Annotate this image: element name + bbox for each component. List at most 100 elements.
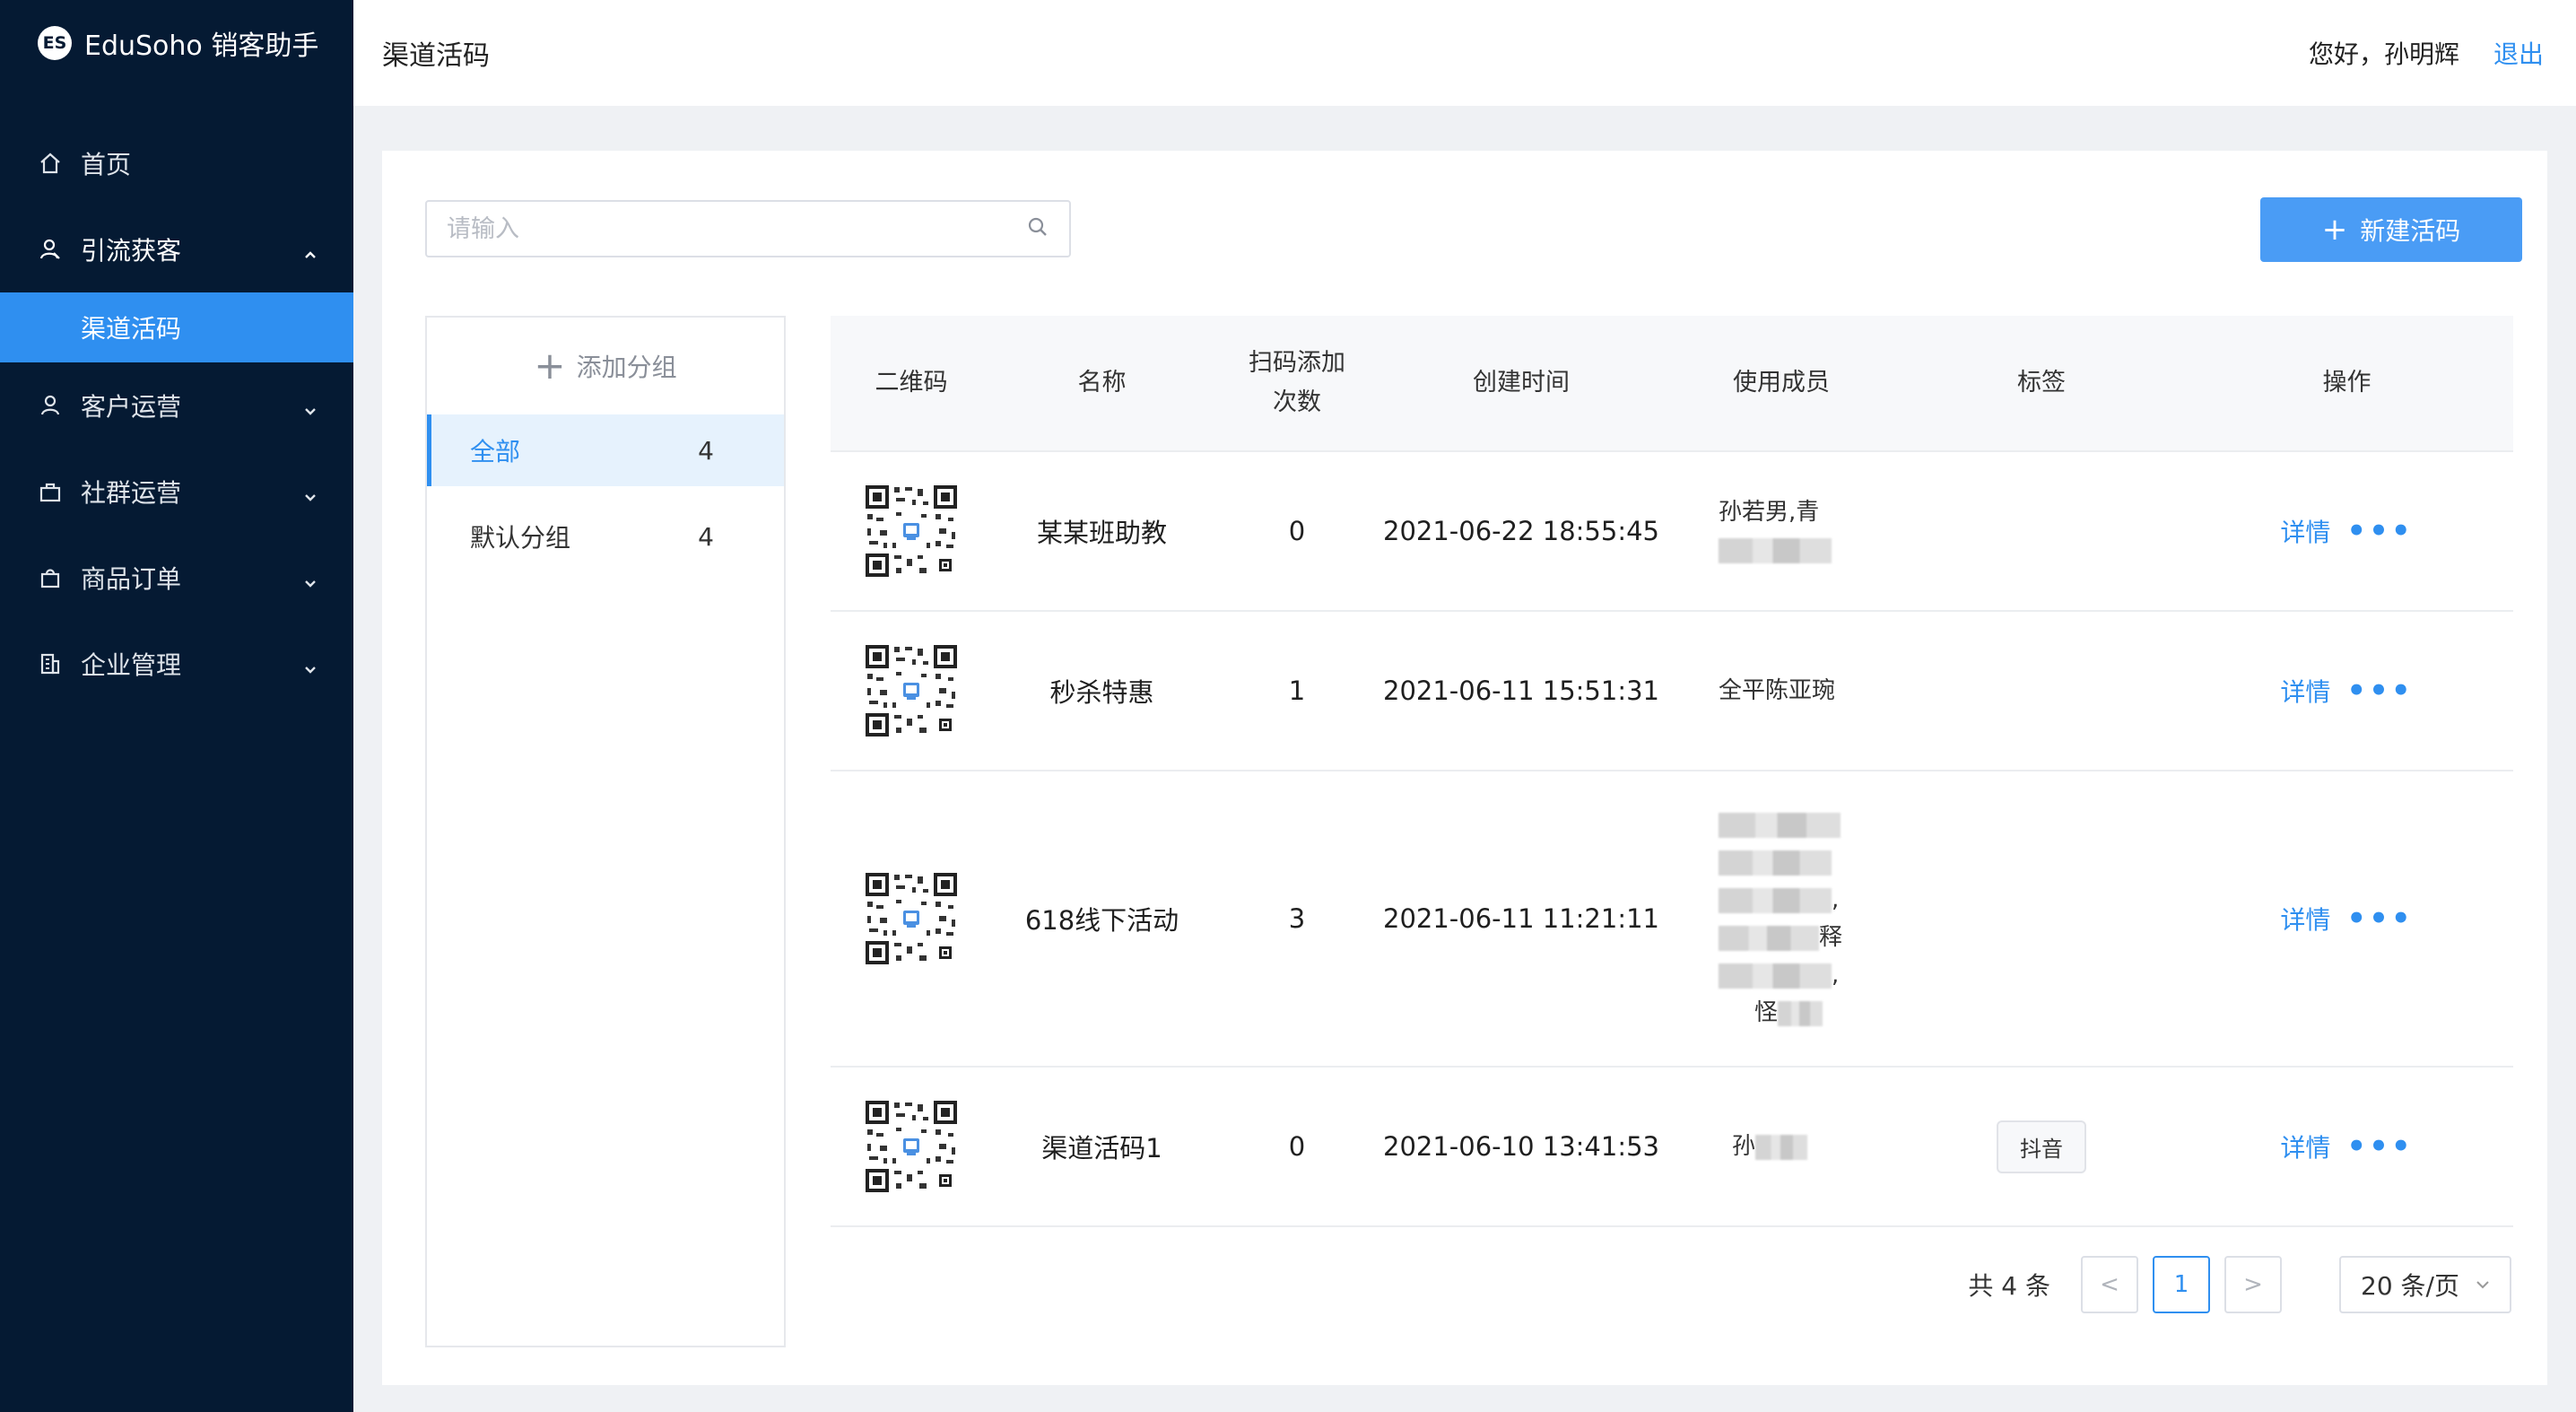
member-name: 怪 xyxy=(1754,999,1779,1026)
row-name: 某某班助教 xyxy=(1036,518,1167,548)
row-created: 2021-06-11 11:21:11 xyxy=(1383,903,1659,934)
sidebar-item-channel-qrcode[interactable]: 渠道活码 xyxy=(0,292,353,362)
detail-link[interactable]: 详情 xyxy=(2280,901,2330,937)
redacted-text xyxy=(1719,537,1832,563)
logout-link[interactable]: 退出 xyxy=(2493,35,2544,71)
chevron-down-icon xyxy=(301,483,319,501)
add-group-button[interactable]: + 添加分组 xyxy=(427,318,784,414)
redacted-text xyxy=(1719,812,1841,838)
brand[interactable]: ES EduSoho 销客助手 xyxy=(0,0,353,86)
col-scans-line1: 扫码添加 xyxy=(1249,349,1345,377)
group-item-default[interactable]: 默认分组 4 xyxy=(427,501,784,572)
member-list: , 释 , 怪 xyxy=(1719,806,1844,1032)
row-members: 孙若男,青 xyxy=(1660,493,1902,569)
col-scans: 扫码添加 次数 xyxy=(1212,344,1382,423)
more-icon[interactable]: ••• xyxy=(2346,675,2413,706)
row-name: 渠道活码1 xyxy=(1041,1133,1162,1164)
redacted-text xyxy=(1755,1134,1808,1160)
search-input[interactable] xyxy=(447,214,1026,243)
row-created: 2021-06-11 15:51:31 xyxy=(1383,675,1659,706)
briefcase-icon xyxy=(38,479,63,504)
sidebar-item-label: 引流获客 xyxy=(81,236,182,266)
table-row: 某某班助教 0 2021-06-22 18:55:45 孙若男,青 详情 ••• xyxy=(831,452,2513,612)
col-scans-line2: 次数 xyxy=(1273,388,1321,416)
chevron-down-icon xyxy=(301,397,319,415)
search-icon[interactable] xyxy=(1026,215,1049,242)
detail-link[interactable]: 详情 xyxy=(2280,673,2330,709)
top-header: 渠道活码 您好，孙明辉 退出 xyxy=(353,0,2576,106)
row-members: , 释 , 怪 xyxy=(1660,806,1902,1032)
pagination: 共 4 条 < 1 > 20 条/页 xyxy=(1968,1256,2511,1313)
sidebar-item-label: 商品订单 xyxy=(81,564,182,594)
sidebar-item-home[interactable]: 首页 xyxy=(0,120,353,206)
member-name: 释 xyxy=(1819,924,1843,951)
row-scans: 0 xyxy=(1288,516,1306,546)
sidebar-item-orders[interactable]: 商品订单 xyxy=(0,535,353,621)
redacted-text xyxy=(1719,850,1832,876)
qr-code-icon[interactable] xyxy=(864,1099,959,1194)
building-icon xyxy=(38,651,63,676)
member-list: 全平陈亚琬 xyxy=(1719,672,1844,710)
page-number-button[interactable]: 1 xyxy=(2153,1256,2210,1313)
page-size-label: 20 条/页 xyxy=(2361,1271,2459,1301)
chevron-down-icon xyxy=(301,655,319,674)
more-icon[interactable]: ••• xyxy=(2346,1131,2413,1162)
row-actions: 详情 ••• xyxy=(2180,673,2513,709)
page-title: 渠道活码 xyxy=(382,40,490,72)
qr-code-icon[interactable] xyxy=(864,643,959,738)
col-name: 名称 xyxy=(1077,369,1127,397)
tag-chip: 抖音 xyxy=(1997,1120,2086,1173)
member-list: 孙若男,青 xyxy=(1719,493,1844,569)
qr-cell xyxy=(831,643,992,738)
table-row: 渠道活码1 0 2021-06-10 13:41:53 孙 抖音 详情 ••• xyxy=(831,1068,2513,1227)
sidebar-item-customer-ops[interactable]: 客户运营 xyxy=(0,362,353,449)
sidebar-item-community-ops[interactable]: 社群运营 xyxy=(0,449,353,535)
detail-link[interactable]: 详情 xyxy=(2280,1129,2330,1164)
sidebar-item-enterprise[interactable]: 企业管理 xyxy=(0,621,353,707)
qr-cell xyxy=(831,871,992,966)
edusoho-logo-icon: ES xyxy=(38,26,72,60)
qr-code-icon[interactable] xyxy=(864,871,959,966)
next-page-button[interactable]: > xyxy=(2224,1256,2282,1313)
user-acquire-icon xyxy=(38,237,63,262)
row-members: 孙 xyxy=(1660,1128,1902,1165)
row-scans: 3 xyxy=(1288,903,1306,934)
member-name: 孙 xyxy=(1732,1133,1756,1160)
sidebar-item-label: 渠道活码 xyxy=(81,314,182,344)
member-list: 孙 xyxy=(1732,1128,1831,1165)
row-scans: 0 xyxy=(1288,1131,1306,1162)
member-name: 全平陈亚琬 xyxy=(1719,677,1836,704)
sidebar-nav: 首页 引流获客 渠道活码 客户运营 社群运营 商品订单 企业管理 xyxy=(0,120,353,707)
group-panel: + 添加分组 全部 4 默认分组 4 xyxy=(425,316,786,1347)
qr-cell xyxy=(831,1099,992,1194)
new-qrcode-button[interactable]: + 新建活码 xyxy=(2260,197,2522,262)
user-greeting: 您好，孙明辉 xyxy=(2308,39,2459,69)
row-actions: 详情 ••• xyxy=(2180,901,2513,937)
detail-link[interactable]: 详情 xyxy=(2280,513,2330,549)
qr-code-icon[interactable] xyxy=(864,484,959,579)
chevron-down-icon xyxy=(301,569,319,588)
row-created: 2021-06-22 18:55:45 xyxy=(1383,516,1659,546)
table-row: 618线下活动 3 2021-06-11 11:21:11 , 释 , 怪 详情… xyxy=(831,771,2513,1068)
group-count: 4 xyxy=(698,435,714,466)
sidebar-item-label: 首页 xyxy=(81,150,132,179)
row-actions: 详情 ••• xyxy=(2180,1129,2513,1164)
sidebar-item-acquire[interactable]: 引流获客 xyxy=(0,206,353,292)
chevron-down-icon xyxy=(2476,1281,2489,1289)
more-icon[interactable]: ••• xyxy=(2346,903,2413,934)
col-actions: 操作 xyxy=(2322,369,2371,397)
sidebar-item-label: 社群运营 xyxy=(81,478,182,508)
member-name: , xyxy=(1832,962,1840,989)
row-tags: 抖音 xyxy=(1902,1120,2180,1173)
row-scans: 1 xyxy=(1288,675,1306,706)
member-name: , xyxy=(1832,886,1840,913)
more-icon[interactable]: ••• xyxy=(2346,516,2413,546)
row-actions: 详情 ••• xyxy=(2180,513,2513,549)
prev-page-button[interactable]: < xyxy=(2081,1256,2138,1313)
search-box[interactable] xyxy=(425,200,1071,257)
col-qr: 二维码 xyxy=(875,369,948,397)
group-count: 4 xyxy=(698,521,714,552)
page-size-select[interactable]: 20 条/页 xyxy=(2339,1256,2511,1313)
col-members: 使用成员 xyxy=(1733,369,1830,397)
group-item-all[interactable]: 全部 4 xyxy=(427,414,784,486)
